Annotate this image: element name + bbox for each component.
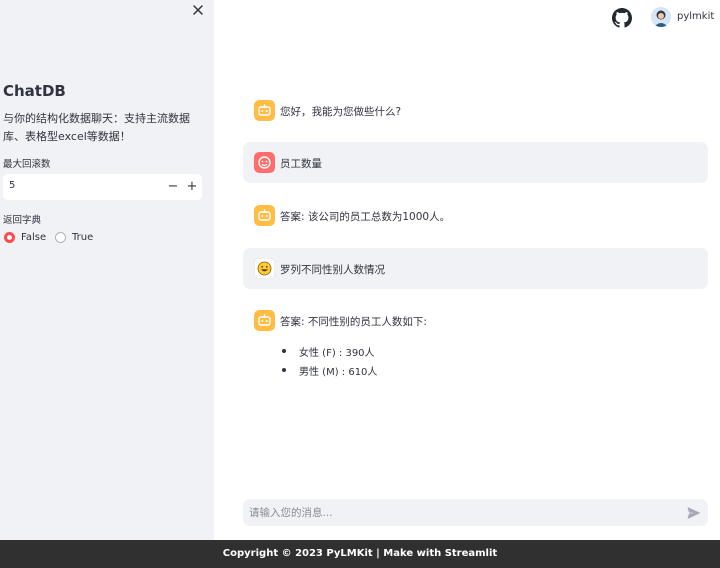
send-icon[interactable] [686, 505, 702, 521]
decrement-button[interactable]: − [164, 177, 182, 197]
bot-avatar-icon [254, 205, 275, 226]
message-list: 女性 (F) : 390人 男性 (M) : 610人 [280, 344, 377, 382]
radio-unselected-indicator[interactable] [55, 232, 66, 243]
radio-false-label: False [21, 232, 47, 243]
sidebar-title: ChatDB [3, 82, 66, 100]
chat-input[interactable] [243, 499, 673, 526]
bot-avatar-icon [254, 310, 275, 331]
radio-selected-indicator[interactable] [4, 232, 15, 243]
footer: Copyright © 2023 PyLMKit | Make with Str… [0, 540, 720, 568]
username[interactable]: pylmkit [677, 11, 714, 22]
return-dict-label: 返回字典 [3, 215, 42, 226]
message-text: 答案: 不同性别的员工人数如下: [280, 316, 427, 328]
max-rounds-value[interactable]: 5 [9, 180, 15, 191]
list-item: 男性 (M) : 610人 [280, 363, 377, 382]
bot-avatar-icon [254, 100, 275, 121]
chat-input-box[interactable] [243, 499, 708, 526]
user-avatar-icon [254, 152, 275, 173]
user-avatar-icon [651, 7, 671, 27]
radio-true[interactable]: True [55, 232, 93, 243]
increment-button[interactable]: + [183, 177, 201, 197]
close-icon[interactable] [190, 2, 206, 18]
message-text: 您好，我能为您做些什么? [280, 106, 402, 118]
list-item: 女性 (F) : 390人 [280, 344, 377, 363]
grinning-emoji-avatar-icon [254, 258, 275, 279]
radio-false[interactable]: False [4, 232, 46, 243]
avatar[interactable] [651, 7, 671, 27]
github-icon[interactable] [612, 8, 632, 28]
message-text: 员工数量 [280, 158, 322, 170]
sidebar: ChatDB 与你的结构化数据聊天：支持主流数据库、表格型excel等数据！ 最… [0, 0, 214, 540]
chat-message-assistant: 答案: 不同性别的员工人数如下: 女性 (F) : 390人 男性 (M) : … [243, 306, 708, 386]
max-rounds-label: 最大回滚数 [3, 159, 51, 170]
chat-message-user: 罗列不同性别人数情况 [243, 248, 708, 289]
chat-message-assistant: 您好，我能为您做些什么? [243, 96, 708, 124]
message-text: 答案: 该公司的员工总数为1000人。 [280, 211, 451, 223]
radio-true-label: True [72, 232, 94, 243]
chat-message-assistant: 答案: 该公司的员工总数为1000人。 [243, 201, 708, 231]
chat-message-user: 员工数量 [243, 142, 708, 183]
message-text: 罗列不同性别人数情况 [280, 264, 385, 276]
max-rounds-input[interactable]: 5 − + [3, 174, 202, 200]
sidebar-description: 与你的结构化数据聊天：支持主流数据库、表格型excel等数据！ [3, 112, 190, 143]
